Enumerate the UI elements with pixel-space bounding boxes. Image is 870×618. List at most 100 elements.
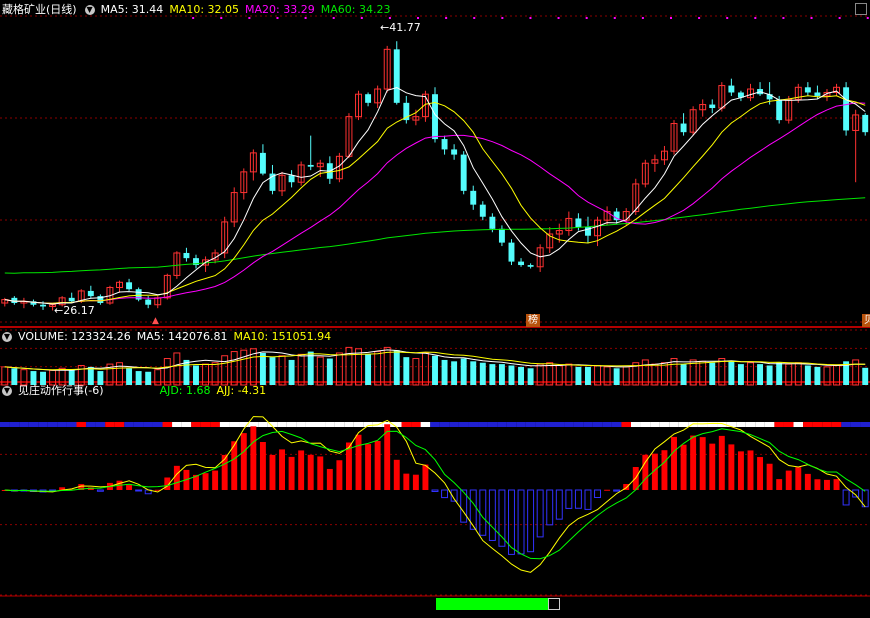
signal-strip-cell: [105, 422, 115, 427]
ajj-value: AJJ: -4.31: [216, 384, 267, 397]
candle-body-down: [451, 149, 458, 155]
indicator-bar-blue: [584, 489, 592, 510]
signal-strip-cell: [822, 422, 832, 427]
volume-bar-down: [269, 357, 276, 385]
stock-title[interactable]: 藏格矿业(日线): [2, 3, 77, 16]
indicator-bar-red: [718, 435, 725, 490]
candle-body-down: [68, 297, 75, 302]
candle-body-down: [508, 242, 515, 262]
signal-strip-cell: [640, 422, 651, 427]
indicator-bar-blue: [574, 489, 582, 509]
chart-canvas[interactable]: [0, 0, 870, 614]
settings-gear-icon[interactable]: ▼: [84, 5, 95, 15]
signal-strip-cell: [9, 422, 20, 427]
candle-body-down: [126, 282, 133, 290]
signal-strip-cell: [172, 422, 182, 427]
candle-body-down: [365, 94, 372, 103]
candle-body-down: [393, 49, 400, 103]
signal-strip-cell: [28, 422, 39, 427]
signal-strip-cell: [583, 422, 593, 427]
signal-strip-cell: [611, 422, 622, 427]
signal-strip-cell: [793, 422, 804, 427]
signal-strip-cell: [420, 422, 431, 427]
indicator-bar-red: [833, 479, 840, 490]
high-price-label: ←41.77: [380, 21, 421, 34]
indicator-bar-red: [785, 470, 792, 490]
volume-bar-up: [316, 356, 324, 386]
indicator-bar-red: [680, 444, 687, 490]
indicator-bar-red: [403, 473, 410, 490]
signal-strip-cell: [516, 422, 526, 427]
indicator-bar-blue: [842, 489, 850, 506]
volume-bar-down: [479, 362, 486, 385]
signal-strip-cell: [124, 422, 134, 427]
indicator-bar-blue: [555, 489, 563, 520]
signal-strip-cell: [812, 422, 823, 427]
signal-strip-cell: [143, 422, 153, 427]
signal-strip-cell: [57, 422, 67, 427]
indicator-bar-blue: [536, 489, 544, 538]
signal-strip-cell: [439, 422, 450, 427]
signal-strip-cell: [678, 422, 689, 427]
volume-bar-down: [460, 358, 467, 385]
volume-settings-icon[interactable]: ▼: [2, 332, 12, 342]
indicator-bar-red: [766, 463, 773, 490]
candle-body-down: [843, 87, 850, 131]
indicator-bar-red: [374, 441, 381, 490]
signal-strip-cell: [210, 422, 220, 427]
candle-body-down: [145, 299, 152, 305]
edge-badge[interactable]: 贝: [862, 314, 870, 327]
indicator-bar-red: [317, 456, 324, 490]
signal-strip-cell: [573, 422, 584, 427]
volume-bar-down: [288, 359, 295, 385]
bang-badge[interactable]: 榜: [526, 314, 540, 327]
volume-bar-up: [173, 352, 181, 386]
candle-body-down: [307, 164, 314, 167]
indicator-settings-icon[interactable]: ▼: [2, 386, 12, 396]
volume-bar-down: [259, 352, 266, 385]
close-icon[interactable]: [855, 3, 867, 15]
signal-strip-cell: [468, 422, 479, 427]
signal-strip-cell: [353, 422, 364, 427]
indicator-bar-blue: [527, 489, 535, 553]
indicator-bar-blue: [488, 489, 496, 541]
indicator-bar-red: [250, 426, 257, 490]
indicator-bar-red: [709, 443, 716, 490]
candle-body-down: [776, 99, 783, 121]
volume-bar-down: [307, 351, 314, 385]
signal-strip-cell: [0, 422, 10, 427]
signal-strip-cell: [363, 422, 373, 427]
signal-strip-cell: [544, 422, 555, 427]
volume-bar-down: [441, 359, 448, 385]
kline-chart-stage[interactable]: 藏格矿业(日线) ▼ MA5: 31.44 MA10: 32.05 MA20: 33.2…: [0, 0, 870, 614]
ajd-value: AJD: 1.68: [159, 384, 211, 397]
signal-strip-cell: [506, 422, 517, 427]
signal-strip-cell: [535, 422, 545, 427]
indicator-bar-red: [737, 451, 744, 490]
indicator-bar-red: [326, 468, 333, 490]
scrollbar-end[interactable]: [548, 598, 560, 610]
volume-bar-up: [278, 355, 286, 386]
candle-body-down: [183, 252, 190, 259]
candle-body-down: [862, 114, 869, 133]
ma5-value: MA5: 31.44: [100, 3, 164, 16]
indicator-bar-blue: [565, 489, 573, 509]
signal-strip-cell: [430, 422, 440, 427]
volume-bar-up: [230, 351, 238, 386]
indicator-bar-red: [824, 479, 830, 490]
signal-strip-cell: [841, 422, 851, 427]
signal-strip-cell: [860, 422, 870, 427]
signal-strip-cell: [621, 422, 631, 427]
signal-strip-cell: [95, 422, 106, 427]
indicator-bar-red: [728, 444, 735, 490]
candle-body-down: [479, 204, 486, 217]
signal-strip-cell: [76, 422, 87, 427]
signal-strip-cell: [736, 422, 746, 427]
indicator-bar-red: [690, 435, 697, 490]
scrollbar-thumb[interactable]: [436, 598, 548, 610]
volume-bar-up: [335, 352, 343, 386]
volume-bar-down: [326, 358, 333, 385]
candle-body-down: [709, 104, 716, 109]
volume-bar-down: [498, 364, 505, 385]
volume-bar-down: [365, 354, 372, 385]
